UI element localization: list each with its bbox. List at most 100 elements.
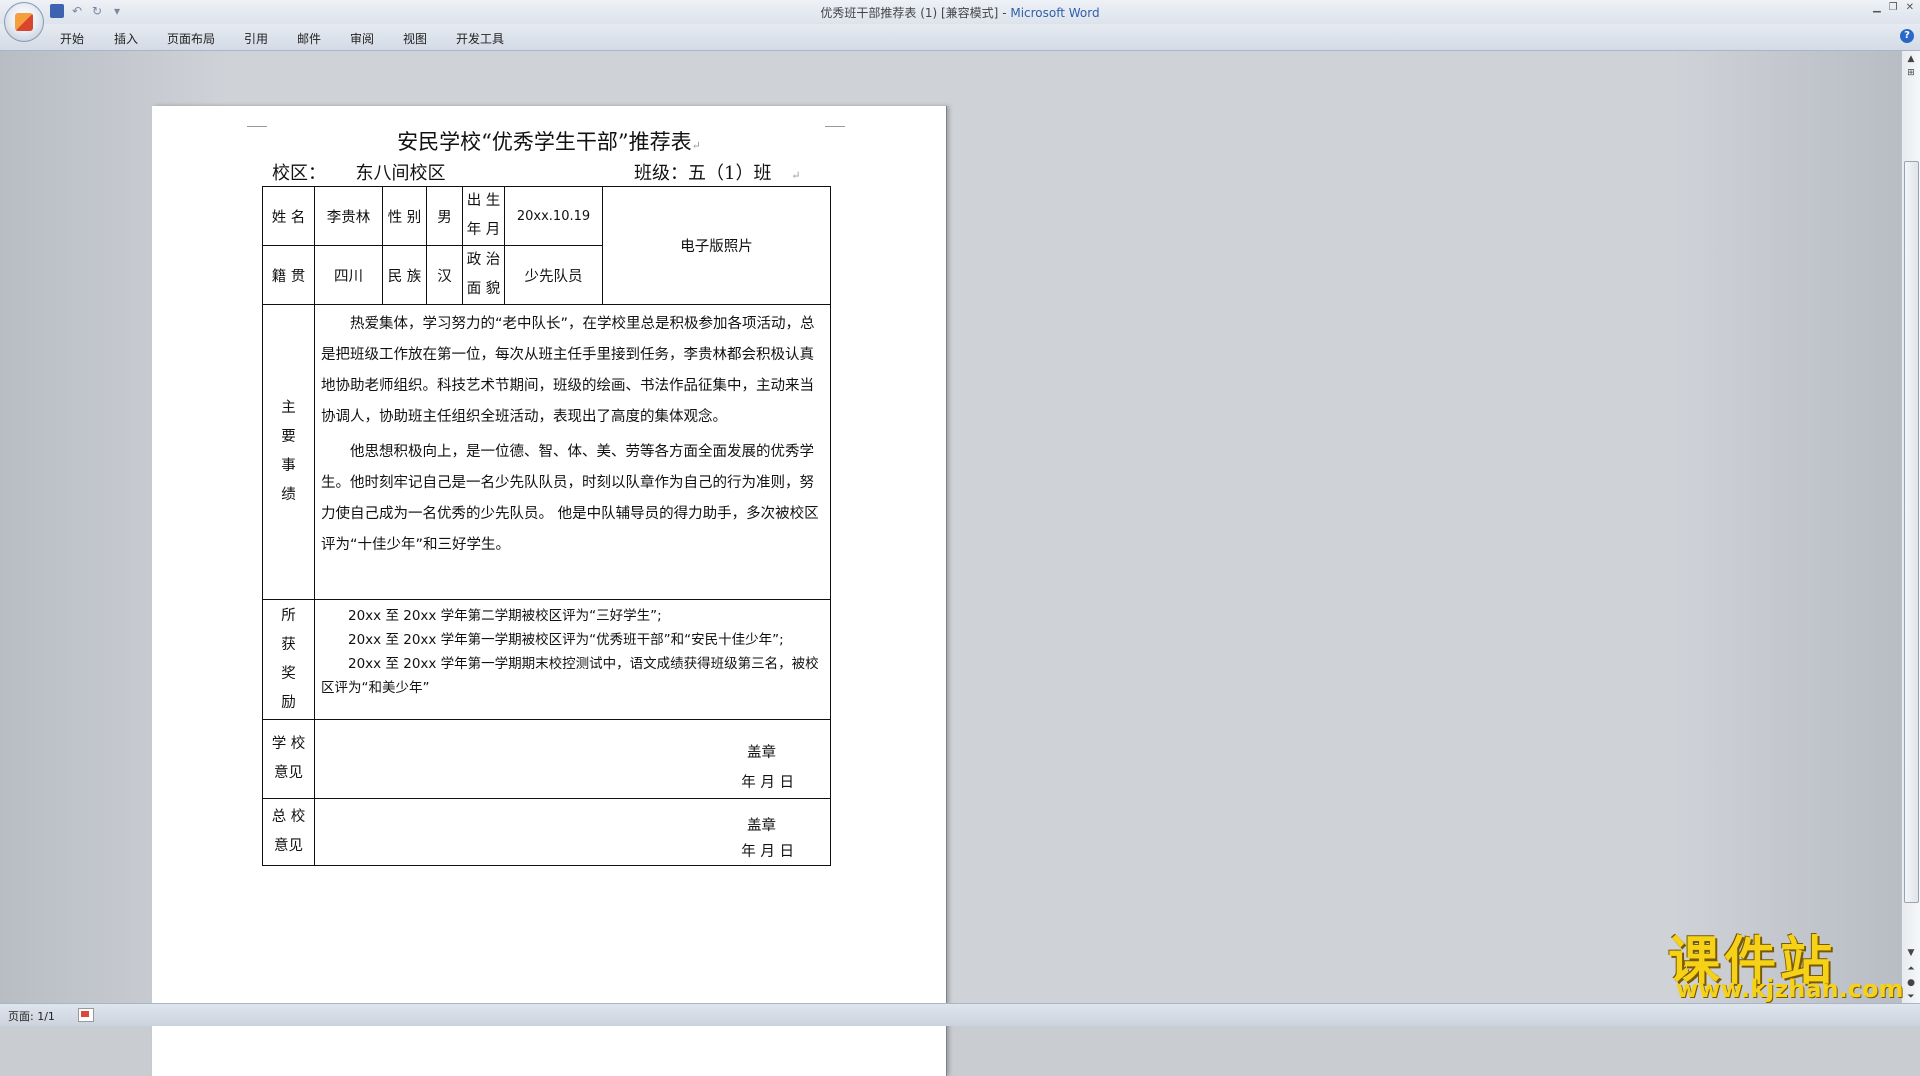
window-title: 优秀班干部推荐表 (1) [兼容模式] - Microsoft Word (0, 4, 1920, 21)
table-row: 所 获 奖 励 20xx 至 20xx 学年第二学期被校区评为“三好学生”; 2… (262, 599, 831, 720)
scroll-down-icon[interactable]: ▼ (1905, 947, 1917, 959)
photo-cell[interactable]: 电子版照片 (602, 186, 831, 305)
seal-text: 盖章 (747, 745, 776, 761)
awards-content[interactable]: 20xx 至 20xx 学年第二学期被校区评为“三好学生”; 20xx 至 20… (314, 599, 831, 720)
head-opinion-label-line2: 意见 (274, 838, 303, 854)
native-label: 籍 贯 (262, 245, 315, 305)
awards-label: 所 获 奖 励 (262, 599, 315, 720)
next-page-icon[interactable]: ⏷ (1905, 991, 1917, 1003)
table-row: 姓 名 李贵林 性 别 男 出 生 年 月 20xx.10.19 电子版照片 (262, 186, 831, 305)
browse-object-icon[interactable]: ● (1905, 977, 1917, 989)
paragraph-mark: ↵ (691, 139, 701, 152)
birth-label-line1: 出 生 (466, 193, 501, 209)
head-opinion-label-line1: 总 校 (271, 809, 306, 825)
window-controls: ▁ ❐ ✕ (1873, 2, 1914, 13)
tab-mailings[interactable]: 邮件 (297, 30, 321, 47)
tab-developer[interactable]: 开发工具 (456, 30, 504, 47)
campus-value: 东八间校区 (355, 163, 446, 184)
tab-home[interactable]: 开始 (60, 30, 84, 47)
title-bar: ↶ ↻ ▾ 优秀班干部推荐表 (1) [兼容模式] - Microsoft Wo… (0, 0, 1920, 42)
deeds-label-char: 事 (281, 458, 296, 474)
deeds-text: 热爱集体，学习努力的“老中队长”，在学校里总是积极参加各项活动，总是把班级工作放… (315, 305, 830, 565)
deeds-label: 主 要 事 绩 (262, 304, 315, 600)
deeds-label-char: 主 (281, 400, 296, 416)
previous-page-icon[interactable]: ⏶ (1905, 963, 1917, 975)
ribbon-tabs: 开始 插入 页面布局 引用 邮件 审阅 视图 开发工具 ? (0, 24, 1920, 51)
native-value[interactable]: 四川 (314, 245, 383, 305)
ethnic-label: 民 族 (382, 245, 427, 305)
deeds-content[interactable]: 热爱集体，学习努力的“老中队长”，在学校里总是积极参加各项活动，总是把班级工作放… (314, 304, 831, 600)
document-title-text: 安民学校“优秀学生干部”推荐表 (397, 130, 692, 154)
ruler-toggle-icon[interactable]: ⊞ (1905, 67, 1917, 79)
gender-value[interactable]: 男 (426, 186, 463, 246)
office-logo-icon (15, 13, 33, 31)
tab-view[interactable]: 视图 (403, 30, 427, 47)
award-item: 20xx 至 20xx 学年第一学期被校区评为“优秀班干部”和“安民十佳少年”; (348, 632, 784, 648)
deeds-paragraph-2: 他思想积极向上，是一位德、智、体、美、劳等各方面全面发展的优秀学生。他时刻牢记自… (321, 444, 819, 553)
campus-line: 校区： 东八间校区 (272, 159, 445, 185)
tab-page-layout[interactable]: 页面布局 (167, 30, 215, 47)
date-text: 年 月 日 (741, 775, 794, 791)
deeds-label-char: 要 (281, 429, 296, 445)
school-seal: 盖章 年 月 日 (315, 738, 830, 798)
head-seal: 盖章 年 月 日 (315, 813, 830, 865)
watermark-logo: 课件站 www.kjzhan.com (1668, 925, 1903, 1005)
watermark-url: www.kjzhan.com (1676, 975, 1904, 1003)
tab-review[interactable]: 审阅 (350, 30, 374, 47)
political-label: 政 治 面 貌 (462, 245, 505, 305)
title-separator: - (998, 6, 1011, 20)
awards-label-char: 所 (281, 607, 296, 624)
recommendation-table: 姓 名 李贵林 性 别 男 出 生 年 月 20xx.10.19 电子版照片 籍… (262, 186, 831, 866)
seal-text: 盖章 (747, 818, 776, 834)
app-name: Microsoft Word (1010, 6, 1100, 20)
page-count[interactable]: 页面: 1/1 (8, 1008, 55, 1024)
political-value[interactable]: 少先队员 (504, 245, 603, 305)
awards-label-char: 奖 (281, 665, 296, 682)
document-page[interactable]: 安民学校“优秀学生干部”推荐表↵ 校区： 东八间校区 班级：五（1）班 ↵ 姓 … (152, 106, 946, 1076)
help-icon[interactable]: ? (1900, 29, 1914, 43)
award-item: 20xx 至 20xx 学年第二学期被校区评为“三好学生”; (348, 608, 662, 624)
class-label: 班级： (634, 163, 688, 184)
table-row: 总 校 意见 盖章 年 月 日 (262, 798, 831, 866)
awards-label-char: 励 (281, 694, 296, 711)
school-opinion-label-line2: 意见 (274, 765, 303, 781)
scroll-thumb[interactable] (1904, 161, 1919, 903)
head-opinion-content[interactable]: 盖章 年 月 日 (314, 798, 831, 866)
spelling-check-icon[interactable] (78, 1008, 94, 1022)
awards-label-char: 获 (281, 636, 296, 653)
tab-insert[interactable]: 插入 (114, 30, 138, 47)
status-bar: 页面: 1/1 (0, 1003, 1920, 1026)
scroll-up-icon[interactable]: ▲ (1905, 53, 1917, 65)
table-row: 学 校 意见 盖章 年 月 日 (262, 719, 831, 799)
name-value[interactable]: 李贵林 (314, 186, 383, 246)
vertical-scrollbar[interactable]: ▲ ⊞ ▼ ⏶ ● ⏷ (1901, 51, 1920, 1003)
head-opinion-label: 总 校 意见 (262, 798, 315, 866)
paragraph-mark: ↵ (791, 169, 801, 182)
gender-label: 性 别 (382, 186, 427, 246)
minimize-icon[interactable]: ▁ (1873, 2, 1881, 13)
award-item: 20xx 至 20xx 学年第一学期期末校控测试中，语文成绩获得班级第三名，被校… (321, 656, 819, 696)
document-workspace: 安民学校“优秀学生干部”推荐表↵ 校区： 东八间校区 班级：五（1）班 ↵ 姓 … (0, 51, 1902, 1076)
school-opinion-label: 学 校 意见 (262, 719, 315, 799)
tab-references[interactable]: 引用 (244, 30, 268, 47)
ethnic-value[interactable]: 汉 (426, 245, 463, 305)
deeds-paragraph-1: 热爱集体，学习努力的“老中队长”，在学校里总是积极参加各项活动，总是把班级工作放… (321, 316, 815, 425)
close-icon[interactable]: ✕ (1906, 2, 1914, 13)
political-label-line1: 政 治 (466, 252, 501, 268)
school-opinion-label-line1: 学 校 (271, 736, 306, 752)
table-row: 主 要 事 绩 热爱集体，学习努力的“老中队长”，在学校里总是积极参加各项活动，… (262, 304, 831, 600)
name-label: 姓 名 (262, 186, 315, 246)
class-line: 班级：五（1）班 ↵ (634, 159, 800, 185)
birth-value[interactable]: 20xx.10.19 (504, 186, 603, 246)
awards-text: 20xx 至 20xx 学年第二学期被校区评为“三好学生”; 20xx 至 20… (315, 600, 830, 704)
document-title: 安民学校“优秀学生干部”推荐表↵ (152, 126, 946, 156)
document-name: 优秀班干部推荐表 (1) [兼容模式] (820, 6, 999, 20)
school-opinion-content[interactable]: 盖章 年 月 日 (314, 719, 831, 799)
date-text: 年 月 日 (741, 844, 794, 860)
birth-label-line2: 年 月 (466, 222, 501, 238)
political-label-line2: 面 貌 (466, 281, 501, 297)
office-button[interactable] (4, 2, 44, 42)
birth-label: 出 生 年 月 (462, 186, 505, 246)
campus-label: 校区： (272, 163, 326, 184)
maximize-icon[interactable]: ❐ (1889, 2, 1898, 13)
